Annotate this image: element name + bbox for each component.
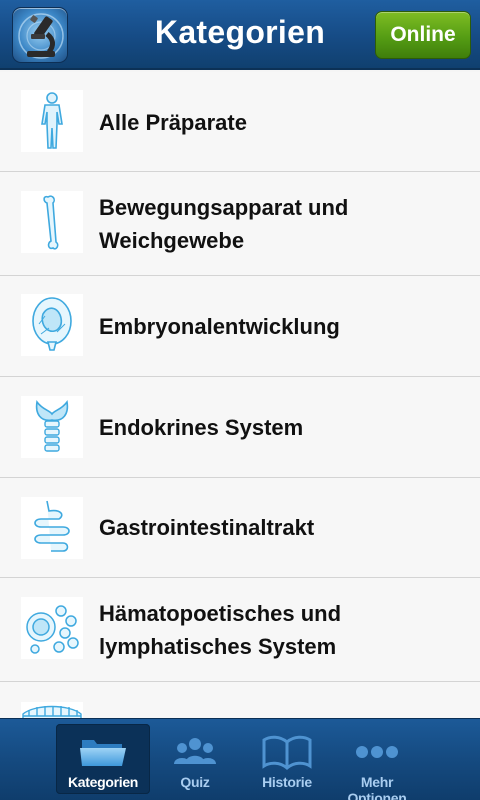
microscope-icon[interactable] (12, 7, 68, 63)
list-item[interactable]: Embryonalentwicklung (0, 276, 480, 377)
category-label: Gastrointestinaltrakt (99, 515, 315, 540)
tab-label: Mehr Optionen (347, 774, 407, 800)
category-label: Bewegungsapparat und Weichgewebe (99, 195, 349, 253)
header-bar: Kategorien Online (0, 0, 480, 70)
app-screen: Kategorien Online Alle Präparate Bewegun… (0, 0, 480, 800)
page-title: Kategorien (154, 14, 326, 50)
tab-historie[interactable]: Historie (240, 724, 334, 794)
more-dots-icon (330, 732, 424, 772)
category-label: Embryonalentwicklung (99, 314, 340, 339)
category-label: Endokrines System (99, 415, 304, 440)
tissue-icon (21, 702, 83, 718)
list-item[interactable]: Gastrointestinaltrakt (0, 478, 480, 578)
blood-cells-icon (21, 597, 83, 659)
human-body-icon (21, 90, 83, 152)
tab-quiz[interactable]: Quiz (148, 724, 242, 794)
thyroid-icon (21, 396, 83, 458)
bottom-tab-bar: Kategorien Quiz Historie Mehr Optionen (0, 718, 480, 800)
online-button[interactable]: Online (375, 11, 471, 59)
tab-kategorien[interactable]: Kategorien (56, 724, 150, 794)
list-item[interactable] (0, 682, 480, 718)
category-list[interactable]: Alle Präparate Bewegungsapparat und Weic… (0, 72, 480, 718)
book-icon (240, 732, 334, 772)
list-item[interactable]: Alle Präparate (0, 72, 480, 172)
tab-label: Quiz (180, 774, 210, 790)
tab-mehr-optionen[interactable]: Mehr Optionen (330, 724, 424, 800)
folder-icon (56, 732, 150, 772)
tab-label: Historie (262, 774, 312, 790)
embryo-icon (21, 294, 83, 356)
intestine-icon (21, 497, 83, 559)
category-label: Alle Präparate (99, 110, 247, 135)
category-label: Hämatopoetisches und lymphatisches Syste… (99, 601, 342, 659)
people-icon (148, 732, 242, 772)
list-item[interactable]: Bewegungsapparat und Weichgewebe (0, 172, 480, 276)
tab-label: Kategorien (67, 774, 139, 790)
bone-icon (21, 191, 83, 253)
list-item[interactable]: Hämatopoetisches und lymphatisches Syste… (0, 578, 480, 682)
list-item[interactable]: Endokrines System (0, 377, 480, 478)
